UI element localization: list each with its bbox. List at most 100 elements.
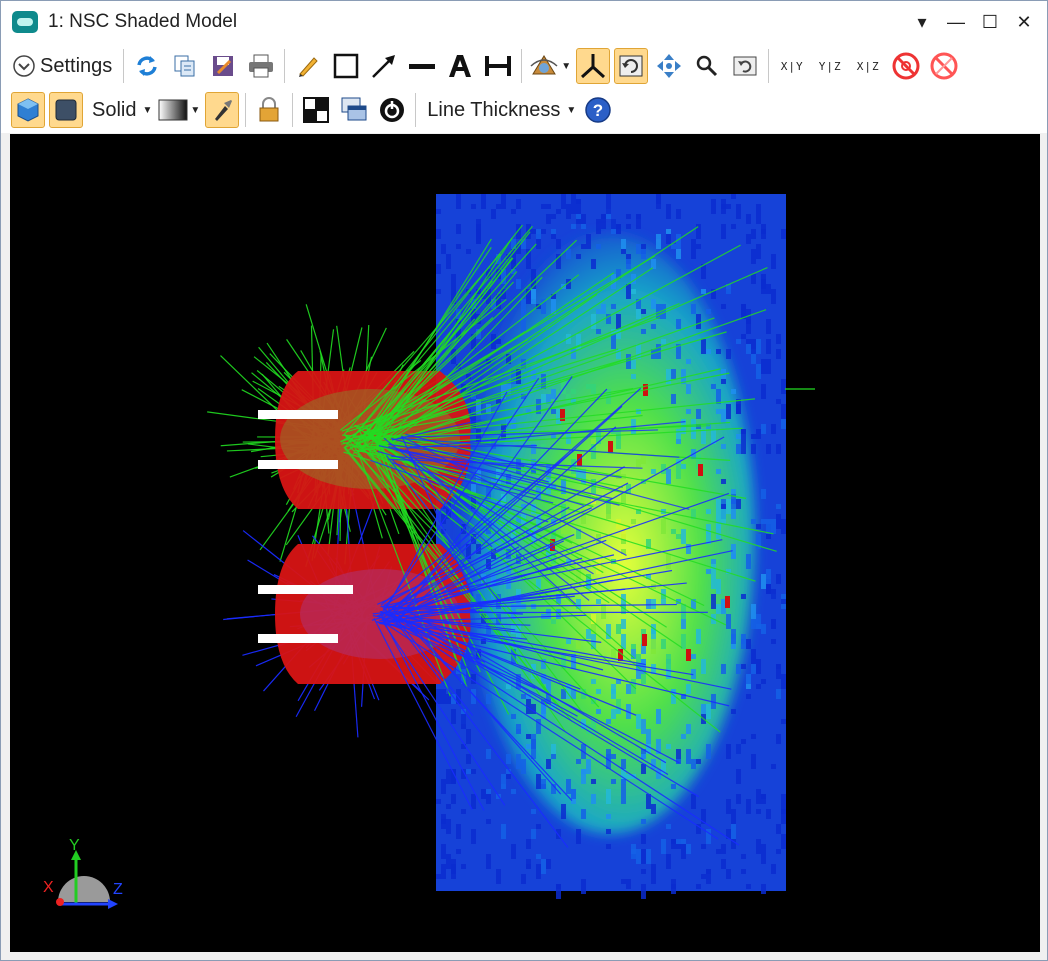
minimize-button[interactable]: — bbox=[941, 9, 971, 35]
copy-icon bbox=[174, 55, 195, 77]
detector-pixel bbox=[571, 204, 576, 214]
detector-pixel bbox=[506, 754, 511, 764]
detector-pixel bbox=[726, 749, 731, 759]
detector-pixel bbox=[586, 234, 591, 249]
draw-text-button[interactable] bbox=[443, 48, 477, 84]
detector-pixel bbox=[456, 194, 461, 209]
detector-pixel bbox=[766, 569, 771, 584]
detector-pixel bbox=[751, 604, 756, 619]
clear-button[interactable] bbox=[927, 48, 961, 84]
detector-pixel bbox=[496, 204, 501, 209]
detector-pixel bbox=[641, 674, 646, 684]
render-mode-dropdown[interactable]: Solid ▼ bbox=[87, 92, 153, 128]
detector-pixel bbox=[731, 709, 736, 714]
detector-pixel bbox=[646, 849, 651, 864]
solid-view-button[interactable] bbox=[49, 92, 83, 128]
window-menu-button[interactable]: ▾ bbox=[907, 9, 937, 35]
detector-pixel bbox=[586, 759, 591, 774]
draw-arrow-button[interactable] bbox=[367, 48, 401, 84]
draw-pencil-button[interactable] bbox=[291, 48, 325, 84]
detector-pixel bbox=[486, 794, 491, 799]
detector-pixel bbox=[731, 824, 736, 839]
square-icon bbox=[55, 99, 77, 121]
detector-pixel bbox=[671, 839, 676, 849]
detector-pixel bbox=[756, 799, 761, 804]
help-button[interactable]: ? bbox=[581, 92, 615, 128]
detector-pixel bbox=[551, 409, 556, 414]
maximize-button[interactable]: ☐ bbox=[975, 9, 1005, 35]
detector-pixel bbox=[651, 804, 656, 814]
detector-pixel bbox=[756, 429, 761, 439]
detector-pixel bbox=[766, 319, 771, 334]
lock-button[interactable] bbox=[252, 92, 286, 128]
draw-rectangle-button[interactable] bbox=[329, 48, 363, 84]
yz-view-button[interactable]: Y|Z bbox=[813, 48, 847, 84]
detector-pixel bbox=[536, 854, 541, 859]
detector-pixel bbox=[671, 529, 676, 534]
pencil-icon bbox=[299, 57, 318, 77]
grid-view-button[interactable] bbox=[299, 92, 333, 128]
detector-pixel bbox=[466, 249, 471, 254]
detector-pixel bbox=[676, 464, 681, 479]
xy-view-button[interactable]: X|Y bbox=[775, 48, 809, 84]
detector-pixel bbox=[451, 274, 456, 289]
detector-pixel bbox=[676, 319, 681, 329]
detector-pixel bbox=[546, 609, 551, 619]
color-scheme-dropdown[interactable]: ▼ bbox=[157, 92, 201, 128]
detector-pixel bbox=[696, 759, 701, 764]
line-thickness-dropdown[interactable]: Line Thickness ▼ bbox=[422, 92, 577, 128]
toolbar-separator bbox=[292, 93, 294, 127]
settings-button[interactable]: Settings bbox=[11, 48, 117, 84]
save-button[interactable] bbox=[206, 48, 240, 84]
detector-pixel bbox=[566, 249, 571, 259]
disable-objects-button[interactable] bbox=[889, 48, 923, 84]
shaded-3d-button[interactable] bbox=[11, 92, 45, 128]
window-layout-button[interactable] bbox=[337, 92, 371, 128]
detector-pixel bbox=[566, 519, 571, 534]
detector-pixel bbox=[436, 799, 441, 804]
toolbar-separator bbox=[245, 93, 247, 127]
copy-button[interactable] bbox=[168, 48, 202, 84]
detector-pixel bbox=[596, 329, 601, 334]
draw-dimension-button[interactable] bbox=[481, 48, 515, 84]
detector-pixel bbox=[726, 204, 731, 209]
detector-pixel bbox=[441, 864, 446, 879]
detector-pixel bbox=[551, 229, 556, 234]
refresh-button[interactable] bbox=[130, 48, 164, 84]
detector-pixel bbox=[706, 744, 711, 759]
help-icon: ? bbox=[585, 97, 611, 123]
rotate-view-dropdown[interactable]: ▼ bbox=[528, 48, 572, 84]
detector-pixel bbox=[726, 404, 731, 419]
detector-pixel bbox=[596, 309, 601, 314]
detector-pixel bbox=[596, 244, 601, 249]
reset-rotation-button[interactable] bbox=[614, 48, 649, 84]
detector-pixel bbox=[716, 604, 721, 614]
zoom-button[interactable] bbox=[690, 48, 724, 84]
detector-pixel bbox=[736, 444, 741, 454]
detector-pixel bbox=[756, 659, 761, 674]
windows-icon bbox=[341, 97, 367, 121]
detector-pixel bbox=[706, 309, 711, 314]
model-viewport[interactable]: Y X Z bbox=[10, 134, 1040, 952]
timer-button[interactable] bbox=[375, 92, 409, 128]
xz-view-button[interactable]: X|Z bbox=[851, 48, 885, 84]
axis-triad: Y X Z bbox=[43, 837, 123, 909]
detector-pixel bbox=[696, 224, 701, 239]
detector-pixel bbox=[666, 854, 671, 869]
detector-pixel bbox=[481, 194, 486, 209]
detector-pixel bbox=[731, 194, 736, 199]
detector-hotspot bbox=[608, 441, 613, 453]
pan-button[interactable] bbox=[652, 48, 686, 84]
close-button[interactable]: ✕ bbox=[1009, 9, 1039, 35]
detector-pixel bbox=[646, 599, 651, 609]
xz-view-label: X|Z bbox=[856, 59, 880, 73]
undo-zoom-button[interactable] bbox=[728, 48, 762, 84]
detector-pixel bbox=[751, 664, 756, 674]
lighting-button[interactable] bbox=[205, 92, 240, 128]
detector-pixel bbox=[486, 799, 491, 804]
shaded-model-render[interactable]: Y X Z bbox=[10, 134, 1040, 952]
print-button[interactable] bbox=[244, 48, 278, 84]
detector-pixel bbox=[591, 314, 596, 329]
axes-toggle-button[interactable] bbox=[576, 48, 611, 84]
draw-line-button[interactable] bbox=[405, 48, 439, 84]
